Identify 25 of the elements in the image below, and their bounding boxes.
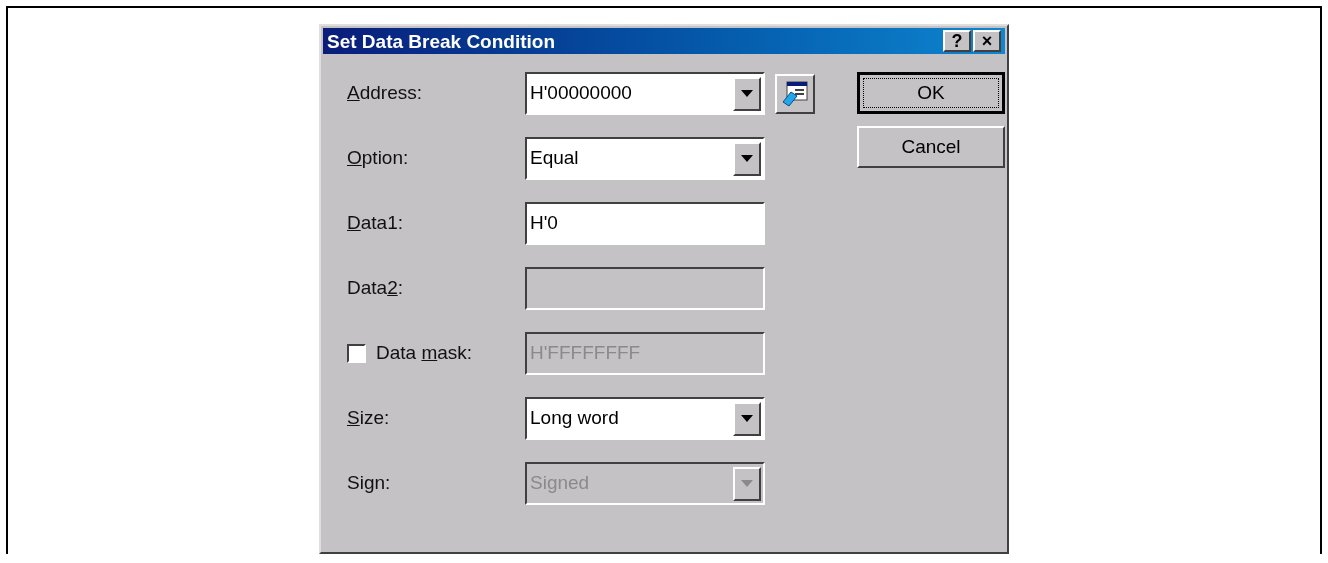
dropdown-field[interactable]: Equal [525,137,765,180]
help-button[interactable]: ? [943,30,971,52]
window-title: Set Data Break Condition [327,31,556,51]
dropdown-field[interactable]: Long word [525,397,765,440]
browse-button[interactable] [775,73,815,114]
input-field[interactable]: H'0 [525,202,765,245]
field-label: Size: [347,406,390,431]
down-arrow-icon [741,415,753,422]
field-label: Data2: [347,276,403,301]
dropdown-field[interactable]: H'00000000 [525,72,765,115]
close-button[interactable]: × [973,30,1001,52]
down-arrow-icon [741,480,753,487]
field-label: Option: [347,146,409,171]
down-arrow-icon [741,155,753,162]
dialog-button[interactable]: OK [857,72,1005,114]
dropdown-arrow-button[interactable] [733,141,761,176]
dialog-button[interactable]: Cancel [857,126,1005,168]
dropdown-arrow-button[interactable] [733,76,761,111]
down-arrow-icon [741,90,753,97]
dropdown-arrow-button[interactable] [733,401,761,436]
field-label: Data1: [347,211,403,236]
window-tag-icon [781,79,809,108]
field-label: Address: [347,81,422,106]
field-label: Sign: [347,471,391,496]
field-label: Data mask: [376,341,473,366]
